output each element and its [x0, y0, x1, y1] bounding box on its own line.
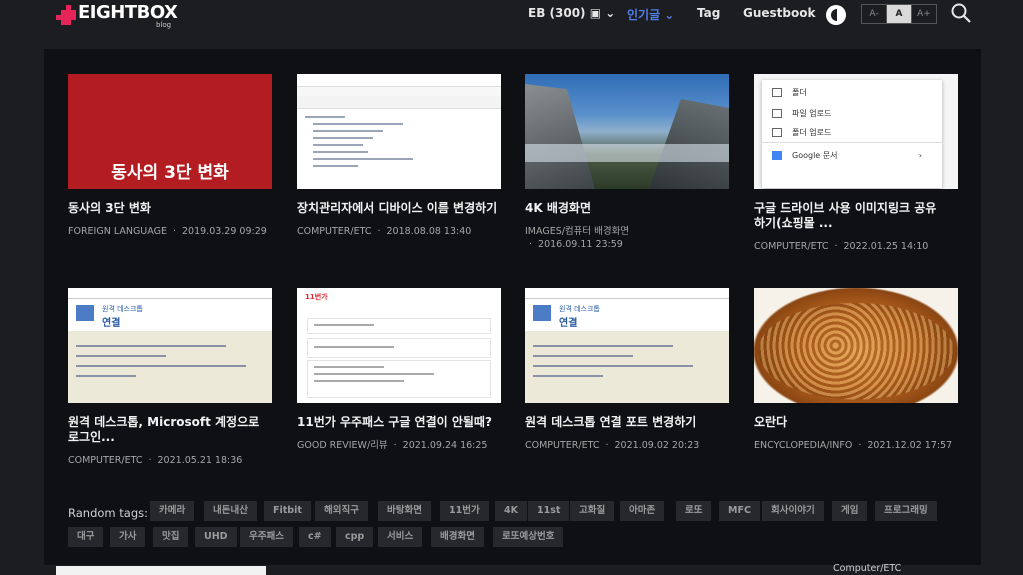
- post-meta: COMPUTER/ETC · 2021.05.21 18:36: [68, 455, 243, 466]
- post-card[interactable]: 오란다 ENCYCLOPEDIA/INFO · 2021.12.02 17:57: [754, 288, 958, 452]
- post-date: 2018.08.08 13:40: [386, 226, 472, 237]
- font-decrease-button[interactable]: A-: [862, 5, 886, 23]
- logo-subtext: blog: [156, 21, 172, 29]
- tag-chip[interactable]: 맛집: [153, 527, 189, 547]
- post-title[interactable]: 구글 드라이브 사용 이미지링크 공유 하기(쇼핑몰 ...: [754, 201, 958, 231]
- post-category[interactable]: ENCYCLOPEDIA/INFO: [754, 440, 852, 451]
- tag-chip[interactable]: 로또: [676, 501, 712, 521]
- tag-chip[interactable]: 회사이야기: [762, 501, 824, 521]
- tag-chip[interactable]: 카메라: [150, 501, 195, 521]
- tag-chip[interactable]: MFC: [719, 501, 760, 521]
- post-meta: COMPUTER/ETC · 2018.08.08 13:40: [297, 226, 472, 237]
- font-default-button[interactable]: A: [886, 5, 911, 23]
- nav-guestbook-link[interactable]: Guestbook: [743, 6, 815, 20]
- search-icon[interactable]: [951, 3, 971, 23]
- post-card[interactable]: 동사의 3단 변화 동사의 3단 변화 FOREIGN LANGUAGE · 201…: [68, 74, 272, 238]
- post-date: 2022.01.25 14:10: [843, 241, 929, 252]
- post-category[interactable]: IMAGES/컴퓨터 배경화면: [525, 226, 629, 237]
- post-card[interactable]: 원격 데스크톱 연결 원격 데스크톱 연결 포트 변경하기 COMPUTER/ET…: [525, 288, 729, 452]
- post-title[interactable]: 동사의 3단 변화: [68, 201, 272, 216]
- tag-chip[interactable]: 대구: [68, 527, 104, 547]
- tag-chip[interactable]: 4K: [495, 501, 527, 521]
- post-card[interactable]: 4K 배경화면 IMAGES/컴퓨터 배경화면 · 2016.09.11 23:59: [525, 74, 729, 251]
- post-meta: COMPUTER/ETC · 2021.09.02 20:23: [525, 440, 700, 451]
- post-thumbnail[interactable]: 폴더 파일 업로드 폴더 업로드 Google 문서 ›: [754, 74, 958, 189]
- tag-chip[interactable]: c#: [299, 527, 331, 547]
- tag-chip[interactable]: 고화질: [570, 501, 615, 521]
- dark-mode-toggle-icon[interactable]: [826, 5, 846, 25]
- font-size-controls: A- A A+: [861, 4, 937, 24]
- post-title[interactable]: 4K 배경화면: [525, 201, 729, 216]
- post-category[interactable]: GOOD REVIEW/리뷰: [297, 440, 388, 451]
- post-category[interactable]: COMPUTER/ETC: [297, 226, 371, 237]
- background-post-category: Computer/ETC: [833, 563, 902, 574]
- post-title[interactable]: 원격 데스크톱, Microsoft 계정으로 로그인...: [68, 415, 272, 445]
- nav-popular-menu[interactable]: 인기글 ⌄: [627, 6, 674, 23]
- post-meta: IMAGES/컴퓨터 배경화면 · 2016.09.11 23:59: [525, 226, 630, 250]
- post-thumbnail[interactable]: [297, 74, 501, 189]
- post-card[interactable]: 폴더 파일 업로드 폴더 업로드 Google 문서 › 구글 드라이브 사용 이…: [754, 74, 958, 253]
- post-date: 2019.03.29 09:29: [182, 226, 267, 237]
- post-category[interactable]: COMPUTER/ETC: [754, 241, 828, 252]
- tag-chip[interactable]: 서비스: [378, 527, 423, 547]
- nav-eb-menu[interactable]: EB (300) ▣ ⌄: [528, 6, 615, 20]
- tag-chip[interactable]: cpp: [336, 527, 374, 547]
- logo-mark-icon: [56, 5, 76, 25]
- post-category[interactable]: COMPUTER/ETC: [68, 455, 142, 466]
- post-card[interactable]: 원격 데스크톱 연결 원격 데스크톱, Microsoft 계정으로 로그인...…: [68, 288, 272, 467]
- tag-chip[interactable]: 11번가: [440, 501, 489, 521]
- post-thumbnail[interactable]: 원격 데스크톱 연결: [525, 288, 729, 403]
- tag-chip[interactable]: 내돈내산: [204, 501, 257, 521]
- post-category[interactable]: FOREIGN LANGUAGE: [68, 226, 167, 237]
- post-date: 2021.09.24 16:25: [402, 440, 488, 451]
- post-thumbnail[interactable]: 동사의 3단 변화: [68, 74, 272, 189]
- post-meta: FOREIGN LANGUAGE · 2019.03.29 09:29: [68, 226, 267, 237]
- nav-tag-link[interactable]: Tag: [697, 6, 720, 20]
- post-title[interactable]: 원격 데스크톱 연결 포트 변경하기: [525, 415, 729, 430]
- tag-chip[interactable]: 배경화면: [431, 527, 484, 547]
- post-date: 2021.05.21 18:36: [157, 455, 243, 466]
- post-date: 2016.09.11 23:59: [538, 239, 623, 250]
- thumbnail-caption: 동사의 3단 변화: [111, 163, 229, 183]
- tag-chip[interactable]: Fitbit: [264, 501, 311, 521]
- post-thumbnail[interactable]: [754, 288, 958, 403]
- logo-text: EIGHTBOX: [78, 2, 178, 23]
- popular-posts-panel: 동사의 3단 변화 동사의 3단 변화 FOREIGN LANGUAGE · 201…: [44, 49, 981, 565]
- post-thumbnail[interactable]: 원격 데스크톱 연결: [68, 288, 272, 403]
- tag-chip[interactable]: 로또예상번호: [493, 527, 564, 547]
- font-increase-button[interactable]: A+: [911, 5, 936, 23]
- tag-chip[interactable]: 프로그래밍: [875, 501, 937, 521]
- post-date: 2021.09.02 20:23: [614, 440, 700, 451]
- post-meta: ENCYCLOPEDIA/INFO · 2021.12.02 17:57: [754, 440, 953, 451]
- tag-chip[interactable]: 가사: [110, 527, 146, 547]
- post-meta: COMPUTER/ETC · 2022.01.25 14:10: [754, 241, 929, 252]
- post-meta: GOOD REVIEW/리뷰 · 2021.09.24 16:25: [297, 440, 488, 451]
- tag-chip[interactable]: 게임: [832, 501, 868, 521]
- tag-chip[interactable]: 11st: [528, 501, 570, 521]
- tag-chip[interactable]: 아마존: [620, 501, 665, 521]
- random-tags-label: Random tags:: [68, 506, 148, 520]
- post-title[interactable]: 11번가 우주패스 구글 연결이 안될때?: [297, 415, 501, 430]
- post-date: 2021.12.02 17:57: [867, 440, 953, 451]
- post-title[interactable]: 장치관리자에서 디바이스 이름 변경하기: [297, 201, 501, 216]
- tag-chip[interactable]: 해외직구: [315, 501, 368, 521]
- post-thumbnail[interactable]: 11번가: [297, 288, 501, 403]
- tag-chip[interactable]: 우주패스: [240, 527, 293, 547]
- tag-chip[interactable]: UHD: [195, 527, 237, 547]
- post-thumbnail[interactable]: [525, 74, 729, 189]
- post-card[interactable]: 장치관리자에서 디바이스 이름 변경하기 COMPUTER/ETC · 2018.0…: [297, 74, 501, 238]
- tag-chip[interactable]: 바탕화면: [378, 501, 431, 521]
- site-header: EIGHTBOX blog EB (300) ▣ ⌄ 인기글 ⌄ Tag Gue…: [0, 0, 1023, 34]
- post-title[interactable]: 오란다: [754, 415, 958, 430]
- site-logo[interactable]: EIGHTBOX blog: [56, 2, 178, 29]
- post-category[interactable]: COMPUTER/ETC: [525, 440, 599, 451]
- post-card[interactable]: 11번가 11번가 우주패스 구글 연결이 안될때? GOOD REVIEW/리…: [297, 288, 501, 452]
- background-post-thumbnail: [56, 566, 266, 575]
